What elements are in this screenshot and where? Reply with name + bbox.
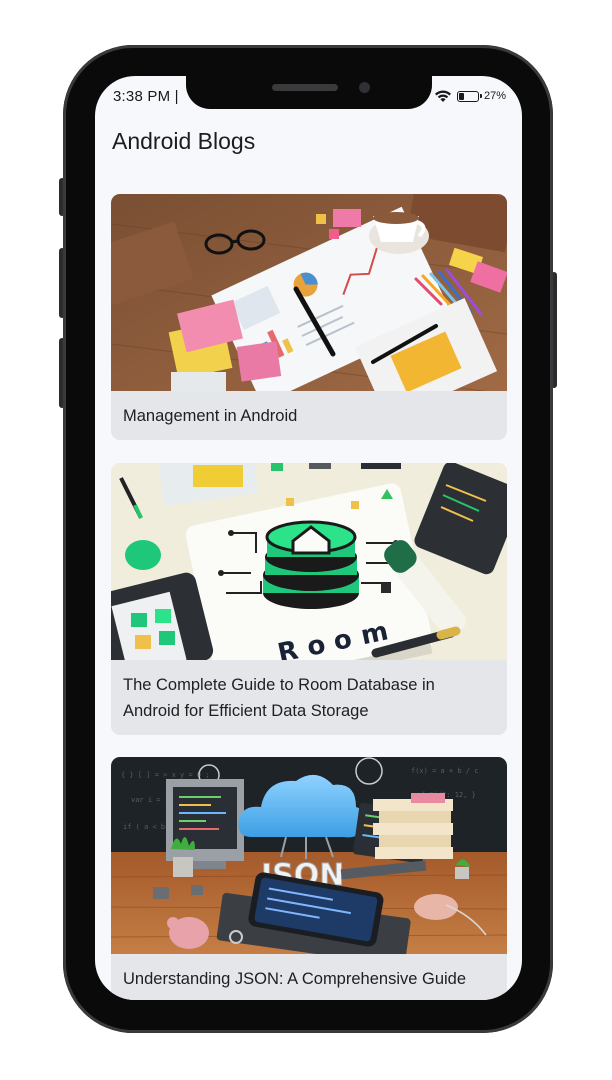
svg-text:f(x) = a + b / c: f(x) = a + b / c: [411, 767, 478, 775]
svg-text:{ } [ ] = > x y = 0 ;: { } [ ] = > x y = 0 ;: [121, 771, 210, 779]
battery-percentage: 27%: [483, 90, 506, 102]
front-camera: [359, 82, 370, 93]
status-time: 3:38 PM |: [113, 88, 179, 105]
blog-card-title: The Complete Guide to Room Database in A…: [123, 676, 435, 720]
room-database-illustration: Room: [111, 463, 507, 660]
blog-card[interactable]: { } [ ] = > x y = 0 ; f(x) = a + b / c va…: [111, 757, 507, 1000]
blog-card-title: Management in Android: [123, 407, 298, 425]
json-cloud-illustration: { } [ ] = > x y = 0 ; f(x) = a + b / c va…: [111, 757, 507, 954]
battery-fill: [458, 92, 464, 100]
page-title: Android Blogs: [112, 128, 256, 154]
phone-screen: 3:38 PM | 27% Android Blogs Management i…: [95, 76, 522, 1000]
blog-card-title: Understanding JSON: A Comprehensive Guid…: [123, 970, 467, 988]
notch: [186, 76, 432, 109]
blog-card[interactable]: Room The Complete Guide to Room Database…: [111, 463, 507, 735]
blog-card-image: [111, 194, 507, 391]
svg-text:if ( a < b ): if ( a < b ): [123, 823, 174, 831]
blog-card-image: Room: [111, 463, 507, 660]
blog-card[interactable]: Management in Android: [111, 194, 507, 440]
battery-icon: [456, 90, 482, 102]
speaker-grille: [272, 84, 338, 91]
status-icons: 27%: [434, 89, 506, 103]
desk-workspace-illustration: [111, 194, 507, 391]
blog-card-image: { } [ ] = > x y = 0 ; f(x) = a + b / c va…: [111, 757, 507, 954]
wifi-icon: [434, 90, 451, 102]
